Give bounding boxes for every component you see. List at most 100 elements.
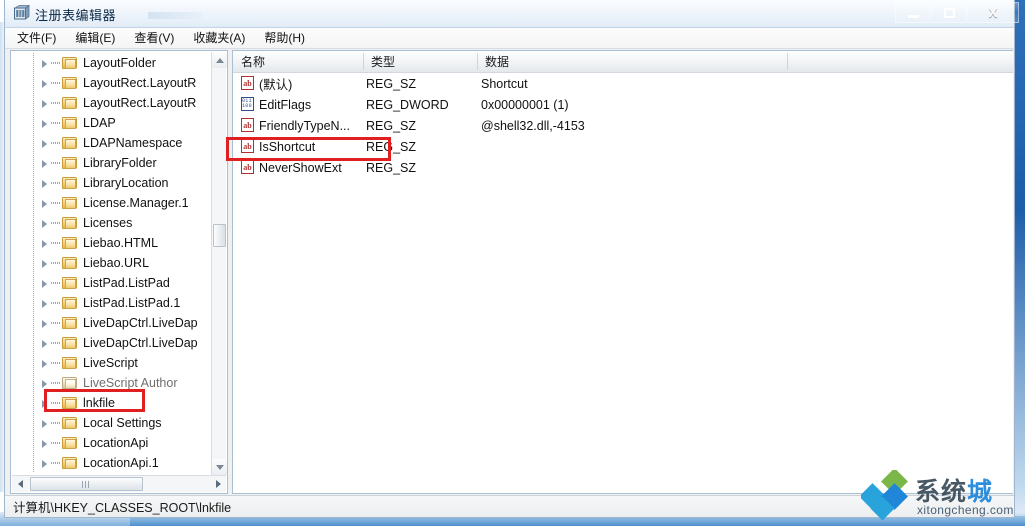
minimize-button[interactable] xyxy=(895,2,930,23)
tree-item-label: lnkfile xyxy=(83,396,115,410)
tree-item-lnkfile[interactable]: lnkfile xyxy=(11,393,211,413)
close-button[interactable]: X xyxy=(967,2,1019,23)
tree-item-librarylocation[interactable]: LibraryLocation xyxy=(11,173,211,193)
folder-icon xyxy=(62,416,78,430)
column-data[interactable]: 数据 xyxy=(477,51,787,72)
scroll-down-button[interactable] xyxy=(212,459,227,475)
menu-file[interactable]: 文件(F) xyxy=(14,27,65,49)
tree-item-libraryfolder[interactable]: LibraryFolder xyxy=(11,153,211,173)
expand-arrow-icon[interactable] xyxy=(39,238,50,249)
folder-icon xyxy=(62,76,78,90)
value-data-cell xyxy=(481,136,781,157)
tree-item-liebao-url[interactable]: Liebao.URL xyxy=(11,253,211,273)
registry-values-pane[interactable]: 名称 类型 数据 ab (默认) REG_SZ Shortcut 011 100 EditF… xyxy=(232,50,1013,494)
tree-item-locationapi[interactable]: LocationApi xyxy=(11,433,211,453)
expand-arrow-icon[interactable] xyxy=(39,398,50,409)
table-row[interactable]: 011 100 EditFlags REG_DWORD 0x00000001 (1) xyxy=(233,94,1013,115)
column-separator[interactable] xyxy=(787,53,788,70)
expand-arrow-icon[interactable] xyxy=(39,338,50,349)
tree-item-label: LayoutFolder xyxy=(83,56,156,70)
tree-vertical-scrollbar[interactable] xyxy=(211,52,227,475)
tree-item-locationapi-1[interactable]: LocationApi.1 xyxy=(11,453,211,473)
scroll-up-button[interactable] xyxy=(212,52,227,68)
tree-item-livedapctrl-livedap[interactable]: LiveDapCtrl.LiveDap xyxy=(11,313,211,333)
expand-arrow-icon[interactable] xyxy=(39,278,50,289)
tree-item-label: LocationApi xyxy=(83,436,149,450)
tree-connector-icon xyxy=(51,122,60,124)
tree-item-layoutfolder[interactable]: LayoutFolder xyxy=(11,53,211,73)
tree-horizontal-scrollbar[interactable] xyxy=(12,475,226,492)
expand-arrow-icon[interactable] xyxy=(39,358,50,369)
tree-guide-line xyxy=(33,333,34,353)
expand-arrow-icon[interactable] xyxy=(39,98,50,109)
tree-item-listpad-listpad-1[interactable]: ListPad.ListPad.1 xyxy=(11,293,211,313)
menubar: 文件(F) 编辑(E) 查看(V) 收藏夹(A) 帮助(H) xyxy=(5,28,1014,49)
tree-item-license-manager-1[interactable]: License.Manager.1 xyxy=(11,193,211,213)
tree-item-layoutrect-layoutr[interactable]: LayoutRect.LayoutR xyxy=(11,93,211,113)
value-type-cell: REG_SZ xyxy=(366,160,417,175)
table-row[interactable]: ab FriendlyTypeN... REG_SZ @shell32.dll,-41… xyxy=(233,115,1013,136)
tree-item-layoutrect-layoutr[interactable]: LayoutRect.LayoutR xyxy=(11,73,211,93)
expand-arrow-icon[interactable] xyxy=(39,218,50,229)
expand-arrow-icon[interactable] xyxy=(39,438,50,449)
tree-item-ldapnamespace[interactable]: LDAPNamespace xyxy=(11,133,211,153)
tree-guide-line xyxy=(33,53,34,73)
tree-item-ldap[interactable]: LDAP xyxy=(11,113,211,133)
tree-item-livescript-author[interactable]: LiveScript Author xyxy=(11,373,211,393)
titlebar: 注册表编辑器 xyxy=(5,0,1014,28)
column-name[interactable]: 名称 xyxy=(233,51,363,72)
tree-guide-line xyxy=(33,373,34,393)
tree-item-livedapctrl-livedap[interactable]: LiveDapCtrl.LiveDap xyxy=(11,333,211,353)
expand-arrow-icon[interactable] xyxy=(39,158,50,169)
table-row[interactable]: ab NeverShowExt REG_SZ xyxy=(233,157,1013,178)
horizontal-scroll-thumb[interactable] xyxy=(30,477,143,491)
scroll-right-button[interactable] xyxy=(210,476,226,492)
grip-icon xyxy=(82,480,91,488)
tree-connector-icon xyxy=(51,182,60,184)
tree-connector-icon xyxy=(51,462,60,464)
column-type[interactable]: 类型 xyxy=(363,51,477,72)
expand-arrow-icon[interactable] xyxy=(39,78,50,89)
value-type-cell: REG_SZ xyxy=(366,118,417,133)
tree-item-licenses[interactable]: Licenses xyxy=(11,213,211,233)
tree-item-local-settings[interactable]: Local Settings xyxy=(11,413,211,433)
registry-editor-icon xyxy=(13,4,31,22)
expand-arrow-icon[interactable] xyxy=(39,378,50,389)
tree-connector-icon xyxy=(51,422,60,424)
tree-item-listpad-listpad[interactable]: ListPad.ListPad xyxy=(11,273,211,293)
menu-edit[interactable]: 编辑(E) xyxy=(72,27,124,49)
expand-arrow-icon[interactable] xyxy=(39,318,50,329)
tree-item-liebao-html[interactable]: Liebao.HTML xyxy=(11,233,211,253)
tree-guide-line xyxy=(33,233,34,253)
expand-arrow-icon[interactable] xyxy=(39,178,50,189)
expand-arrow-icon[interactable] xyxy=(39,418,50,429)
menu-favorites[interactable]: 收藏夹(A) xyxy=(190,27,254,49)
vertical-scroll-thumb[interactable] xyxy=(213,224,226,247)
table-row[interactable]: ab IsShortcut REG_SZ xyxy=(233,136,1013,157)
tree-guide-line xyxy=(33,253,34,273)
tree-item-label: Licenses xyxy=(83,216,133,230)
expand-arrow-icon[interactable] xyxy=(39,138,50,149)
folder-icon xyxy=(62,56,78,70)
expand-arrow-icon[interactable] xyxy=(39,198,50,209)
table-row[interactable]: ab (默认) REG_SZ Shortcut xyxy=(233,73,1013,94)
tree-connector-icon xyxy=(51,102,60,104)
expand-arrow-icon[interactable] xyxy=(39,58,50,69)
tree-connector-icon xyxy=(51,82,60,84)
tree-item-livescript[interactable]: LiveScript xyxy=(11,353,211,373)
registry-tree-pane[interactable]: LayoutFolder LayoutRect.LayoutR LayoutRect… xyxy=(10,50,228,494)
tree-item-label: LiveDapCtrl.LiveDap xyxy=(83,316,198,330)
menu-view[interactable]: 查看(V) xyxy=(131,27,183,49)
expand-arrow-icon[interactable] xyxy=(39,118,50,129)
folder-icon xyxy=(62,96,78,110)
menu-help[interactable]: 帮助(H) xyxy=(261,27,314,49)
tree-item-label: LibraryFolder xyxy=(83,156,157,170)
scroll-left-button[interactable] xyxy=(12,476,28,492)
tree-connector-icon xyxy=(51,202,60,204)
tree-guide-line xyxy=(33,193,34,213)
maximize-button[interactable] xyxy=(931,2,966,23)
expand-arrow-icon[interactable] xyxy=(39,458,50,469)
expand-arrow-icon[interactable] xyxy=(39,298,50,309)
expand-arrow-icon[interactable] xyxy=(39,258,50,269)
tree-guide-line xyxy=(33,413,34,433)
